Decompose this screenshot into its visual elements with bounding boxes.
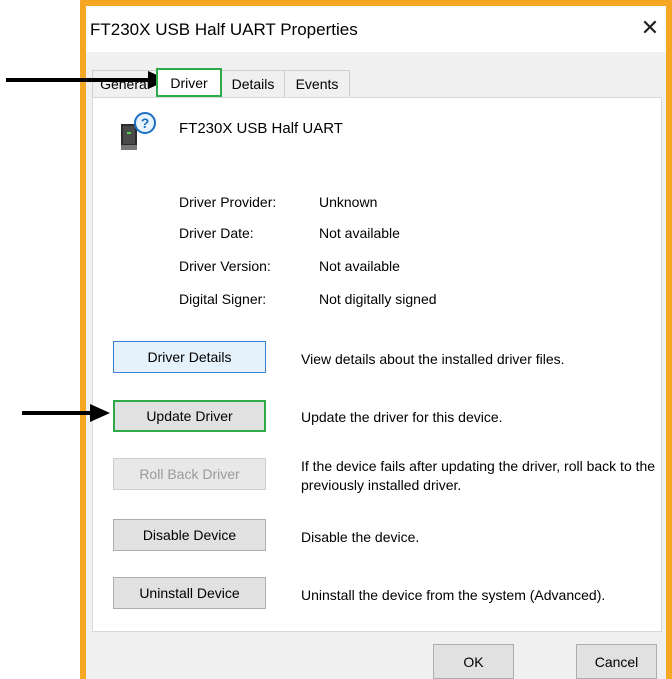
disable-device-label: Disable Device: [142, 527, 237, 543]
roll-back-driver-button[interactable]: Roll Back Driver: [113, 458, 266, 490]
uninstall-device-button[interactable]: Uninstall Device: [113, 577, 266, 609]
properties-dialog: FT230X USB Half UART Properties ✕ Genera…: [86, 6, 666, 679]
unknown-device-icon: ?: [115, 110, 159, 154]
roll-back-driver-label: Roll Back Driver: [139, 466, 240, 482]
update-driver-description: Update the driver for this device.: [301, 409, 503, 425]
update-driver-button[interactable]: Update Driver: [113, 400, 266, 432]
device-name: FT230X USB Half UART: [179, 120, 343, 137]
ok-label: OK: [463, 653, 484, 670]
close-icon: ✕: [640, 15, 660, 40]
close-button[interactable]: ✕: [638, 16, 662, 40]
uninstall-device-description: Uninstall the device from the system (Ad…: [301, 587, 606, 603]
driver-provider-label: Driver Provider:: [179, 194, 277, 210]
tab-events-label: Events: [295, 76, 339, 92]
driver-date-label: Driver Date:: [179, 225, 254, 241]
roll-back-driver-description: If the device fails after updating the d…: [301, 458, 656, 493]
title-bar: FT230X USB Half UART Properties ✕: [86, 6, 666, 52]
driver-version-value: Not available: [319, 258, 400, 274]
driver-details-button[interactable]: Driver Details: [113, 341, 266, 373]
driver-tab-page: ? FT230X USB Half UART Driver Provider: …: [92, 97, 662, 632]
driver-date-value: Not available: [319, 225, 400, 241]
driver-details-label: Driver Details: [147, 349, 232, 365]
tab-events[interactable]: Events: [284, 70, 350, 97]
tab-driver[interactable]: Driver: [156, 68, 222, 97]
update-driver-label: Update Driver: [146, 408, 233, 424]
annotation-frame-right: [666, 0, 672, 679]
window-title: FT230X USB Half UART Properties: [90, 20, 358, 39]
svg-text:?: ?: [141, 115, 150, 131]
dialog-client-area: General Driver Details Events ? FT230X U…: [86, 52, 666, 679]
tab-driver-label: Driver: [170, 74, 208, 91]
cancel-label: Cancel: [594, 653, 639, 670]
digital-signer-label: Digital Signer:: [179, 291, 267, 307]
arrow-to-driver-tab-icon: [6, 71, 168, 89]
arrow-to-update-driver-icon: [22, 404, 110, 422]
driver-version-label: Driver Version:: [179, 258, 271, 274]
digital-signer-value: Not digitally signed: [319, 291, 437, 307]
cancel-button[interactable]: Cancel: [576, 644, 657, 679]
driver-provider-value: Unknown: [319, 194, 378, 210]
driver-details-description: View details about the installed driver …: [301, 351, 565, 367]
uninstall-device-label: Uninstall Device: [139, 585, 240, 601]
disable-device-description: Disable the device.: [301, 529, 420, 545]
ok-button[interactable]: OK: [433, 644, 514, 679]
tab-details-label: Details: [231, 76, 275, 92]
disable-device-button[interactable]: Disable Device: [113, 519, 266, 551]
tab-details[interactable]: Details: [221, 70, 285, 97]
